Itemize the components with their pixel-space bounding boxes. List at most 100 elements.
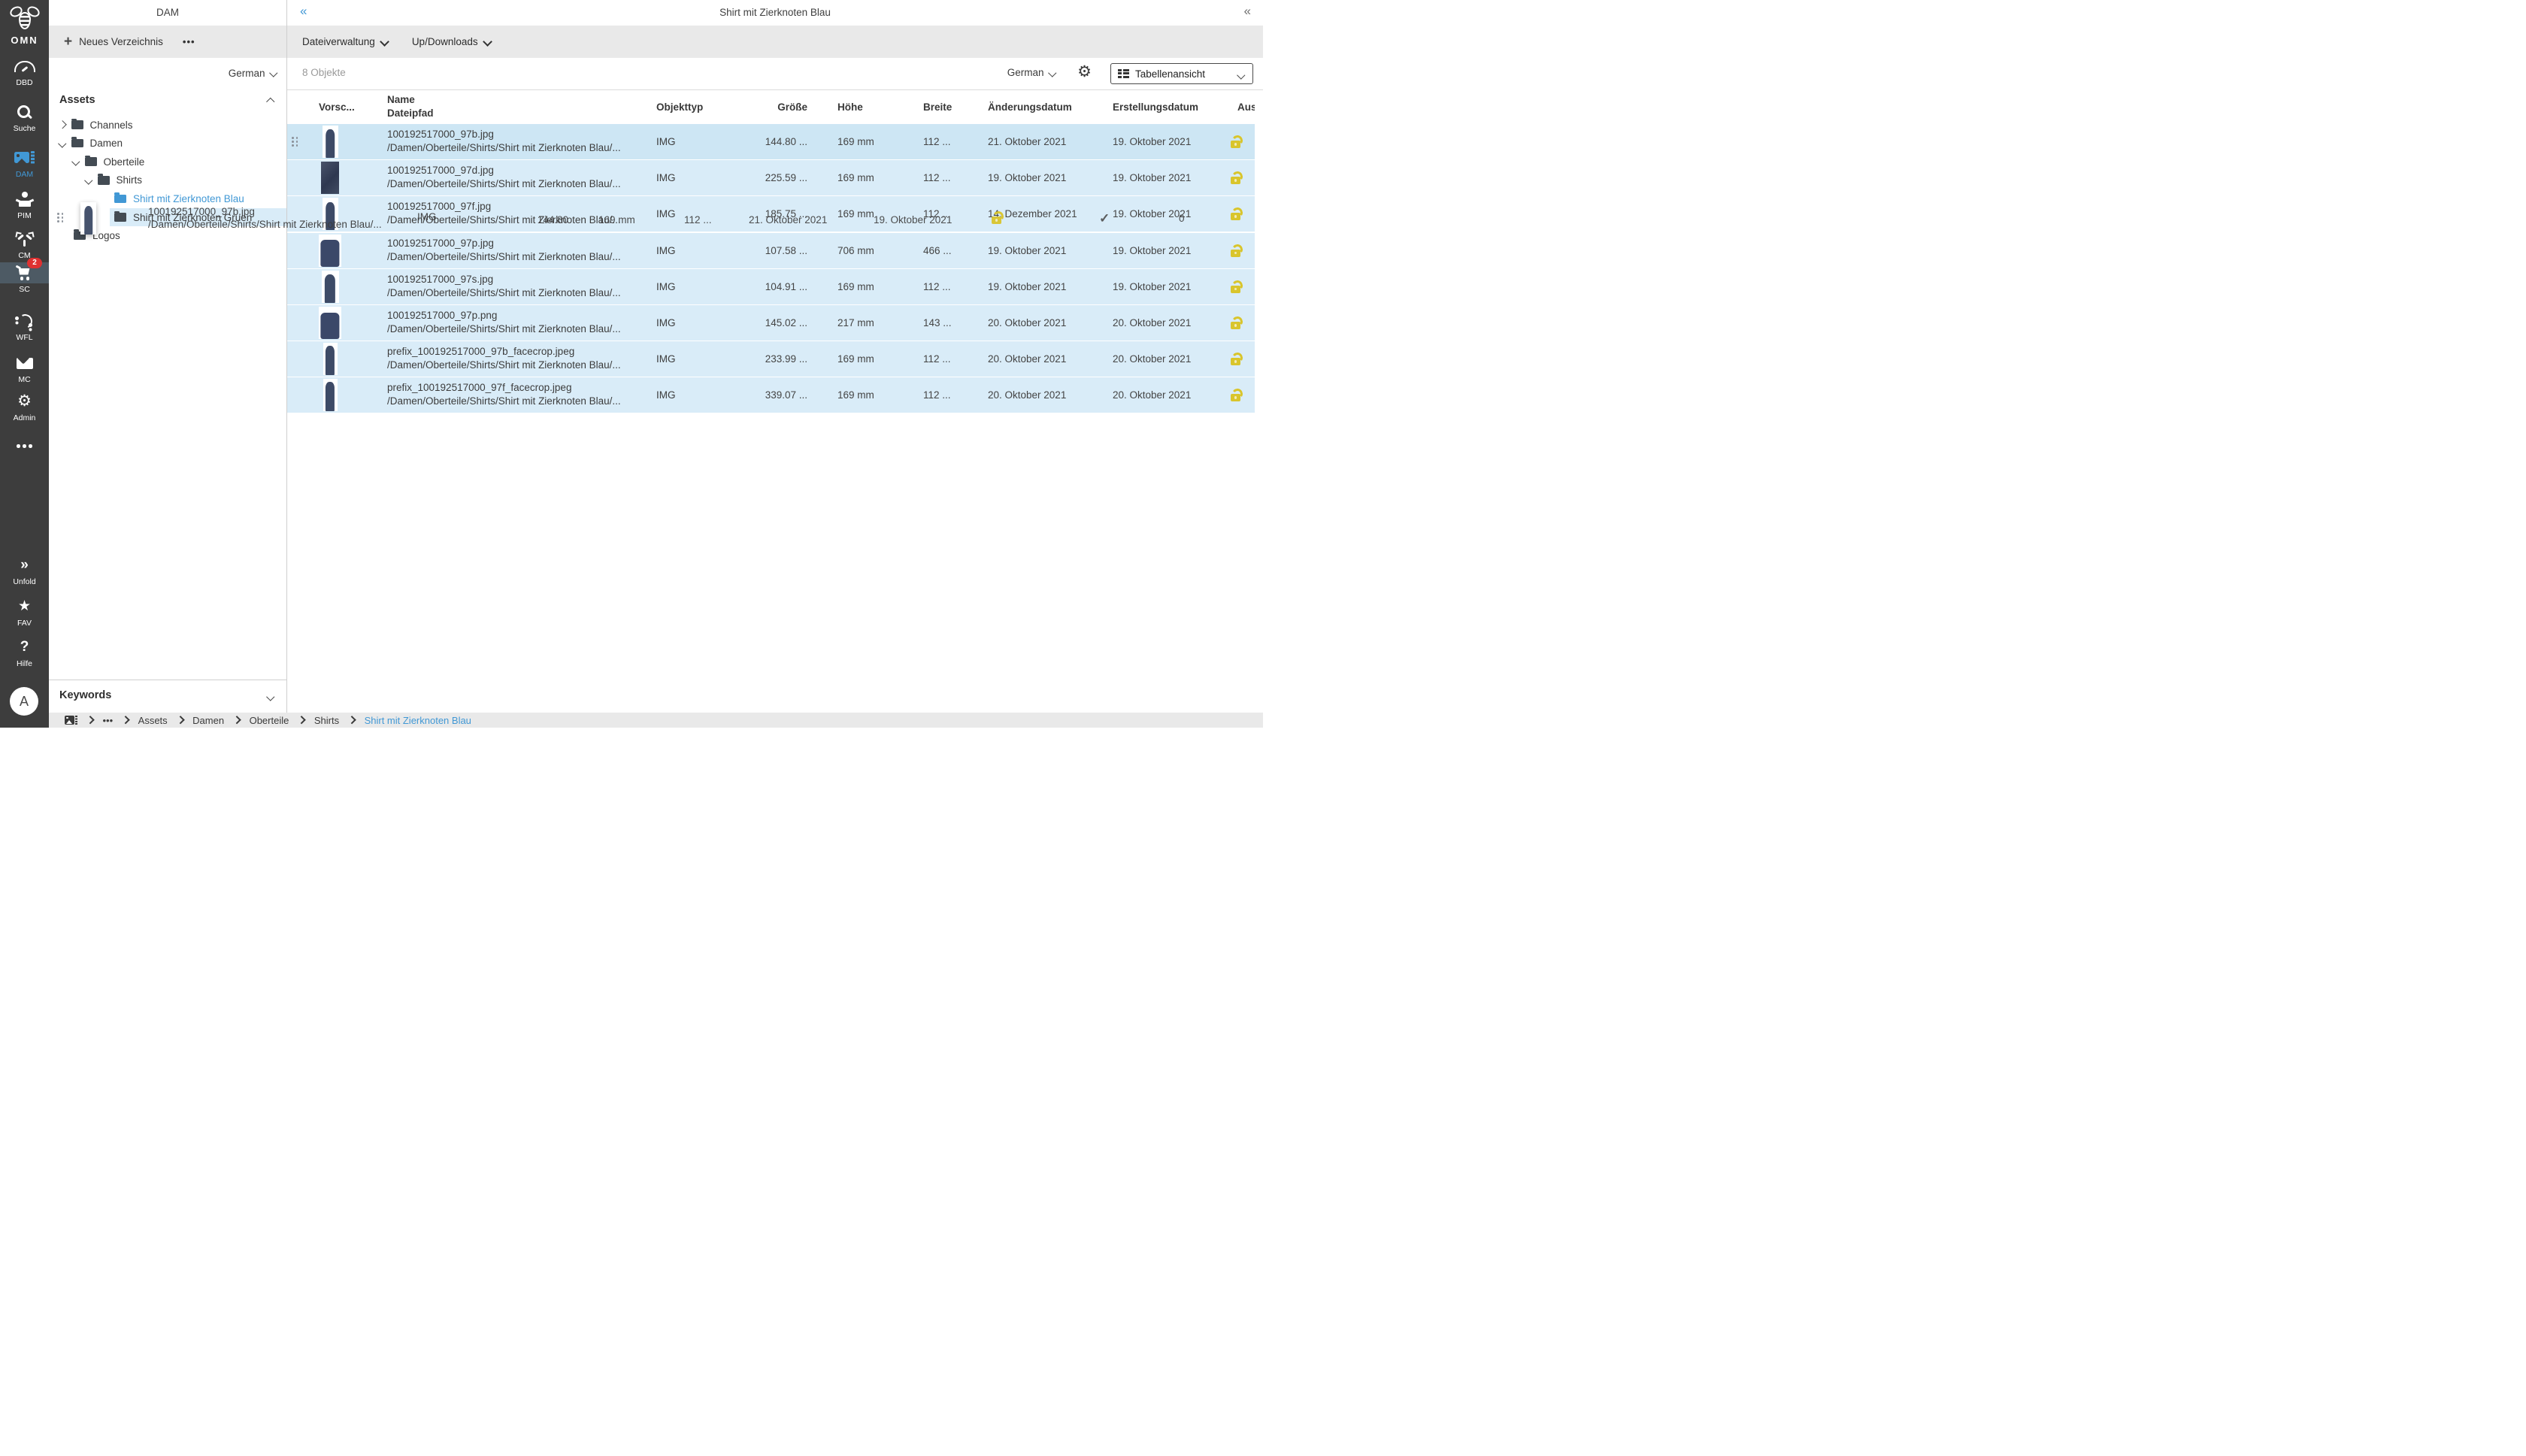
table-row[interactable]: 100192517000_97p.jpg/Damen/Oberteile/Shi… (287, 233, 1255, 268)
unlock-icon[interactable] (1231, 389, 1243, 401)
scrollbar-gutter[interactable] (1255, 90, 1263, 713)
sidebar-item-more[interactable] (0, 436, 49, 457)
column-header-type[interactable]: Objekttyp (656, 90, 703, 124)
tree-item-shirts[interactable]: Shirts (49, 171, 286, 189)
more-options-button[interactable]: ••• (183, 36, 195, 47)
cell-size: 104.91 ... (708, 269, 807, 304)
cell-name: 100192517000_97b.jpg (387, 128, 494, 141)
tree-item-oberteile[interactable]: Oberteile (49, 153, 286, 171)
gear-icon[interactable]: ⚙ (1077, 62, 1092, 81)
tree-item-damen[interactable]: Damen (49, 135, 286, 153)
tree-item-label: Channels (90, 120, 133, 131)
column-header-preview[interactable]: Vorsc... (319, 90, 355, 124)
tree-item-channels[interactable]: Channels (49, 116, 286, 134)
sidebar-item-dbd[interactable]: DBD (0, 56, 49, 87)
view-selector-value: Tabellenansicht (1135, 68, 1205, 80)
omn-logo[interactable]: OMN (0, 6, 49, 46)
avatar[interactable]: A (10, 687, 38, 716)
tree-root[interactable]: Assets (49, 92, 286, 111)
cell-width: 112 ... (923, 341, 980, 377)
sidebar-item-hilfe[interactable]: ?Hilfe (0, 637, 49, 668)
sidebar-item-mc[interactable]: MC (0, 353, 49, 384)
sidebar-item-unfold[interactable]: »Unfold (0, 555, 49, 586)
new-directory-button[interactable]: + Neues Verzeichnis (64, 35, 163, 49)
sidebar-item-sc[interactable]: 2SC (0, 262, 49, 294)
tree-item-logos[interactable]: Logos (49, 227, 286, 245)
column-header-created[interactable]: Erstellungsdatum (1113, 90, 1198, 124)
thumbnail-model-front (323, 198, 338, 230)
column-header-size[interactable]: Größe (708, 90, 807, 124)
menu-up-downloads[interactable]: Up/Downloads (412, 36, 491, 47)
table-row[interactable]: 100192517000_97p.png/Damen/Oberteile/Shi… (287, 305, 1255, 341)
app-sidebar: OMN DBD Suche DAM PIM CM2SC WFL MC ⚙Admin »Unfo… (0, 0, 49, 728)
tree-item-shirt-mit-zierknoten-blau[interactable]: Shirt mit Zierknoten Blau (49, 189, 286, 207)
table-row[interactable]: 100192517000_97d.jpg/Damen/Oberteile/Shi… (287, 160, 1255, 195)
column-header-height[interactable]: Höhe (837, 90, 863, 124)
breadcrumb-item-oberteile[interactable]: Oberteile (250, 715, 289, 726)
collapse-panel-right-button[interactable]: « (1244, 4, 1251, 19)
sidebar-item-admin[interactable]: ⚙Admin (0, 391, 49, 422)
tree-item-shirt-mit-zierknoten-gruen[interactable]: Shirt mit Zierknoten Gruen (49, 208, 286, 226)
breadcrumb-item--[interactable]: ••• (103, 715, 114, 726)
unlock-icon[interactable] (1231, 207, 1243, 220)
unlock-icon[interactable] (1231, 353, 1243, 365)
sidebar-item-suche[interactable]: Suche (0, 101, 49, 133)
chevron-down-icon[interactable] (84, 176, 92, 184)
unlock-icon[interactable] (1231, 171, 1243, 184)
breadcrumb-item-damen[interactable]: Damen (192, 715, 224, 726)
unlock-icon[interactable] (1231, 280, 1243, 293)
column-header-width[interactable]: Breite (923, 90, 952, 124)
menu-label: Dateiverwaltung (302, 36, 375, 47)
chevron-down-icon[interactable] (58, 139, 66, 147)
breadcrumb-item-assets[interactable]: Assets (138, 715, 168, 726)
sidebar-item-fav[interactable]: ★FAV (0, 596, 49, 628)
cell-path: /Damen/Oberteile/Shirts/Shirt mit Zierkn… (387, 141, 621, 154)
cart-badge: 2 (27, 258, 42, 268)
cell-name: 100192517000_97p.jpg (387, 237, 494, 250)
unfold-glyph: » (20, 557, 29, 574)
panel-language-select[interactable]: German (229, 58, 276, 88)
column-header-name-path[interactable]: Name Dateipfad (387, 93, 434, 120)
keywords-section[interactable]: Keywords (49, 680, 286, 713)
chevron-right-icon[interactable] (58, 121, 66, 129)
shirt-figure (326, 129, 335, 158)
column-header-modified[interactable]: Änderungsdatum (988, 90, 1072, 124)
sidebar-item-dam[interactable]: DAM (0, 147, 49, 179)
cell-name: prefix_100192517000_97f_facecrop.jpeg (387, 381, 571, 394)
unlock-icon[interactable] (1231, 316, 1243, 329)
table-row[interactable]: prefix_100192517000_97f_facecrop.jpeg/Da… (287, 377, 1255, 413)
language-select[interactable]: German (1007, 67, 1055, 78)
shirt-figure (326, 382, 335, 412)
cell-created: 19. Oktober 2021 (1113, 233, 1229, 268)
cell-name: prefix_100192517000_97b_facecrop.jpeg (387, 345, 574, 358)
table-row[interactable]: 100192517000_97s.jpg/Damen/Oberteile/Shi… (287, 269, 1255, 304)
menu-dateiverwaltung[interactable]: Dateiverwaltung (302, 36, 388, 47)
new-directory-label: Neues Verzeichnis (79, 36, 163, 47)
cell-width: 112 ... (923, 269, 980, 304)
chevron-right-icon (348, 716, 356, 725)
chevron-down-icon (266, 692, 274, 701)
sidebar-item-cm[interactable]: CM (0, 229, 49, 260)
cart-icon: 2 (0, 262, 49, 283)
sidebar-item-label: DAM (0, 170, 49, 179)
chevron-right-icon (233, 716, 241, 725)
unlock-icon[interactable] (1231, 135, 1243, 148)
unlock-icon[interactable] (1231, 244, 1243, 257)
table-row[interactable]: prefix_100192517000_97b_facecrop.jpeg/Da… (287, 341, 1255, 377)
sidebar-item-wfl[interactable]: WFL (0, 310, 49, 342)
table-row[interactable]: 100192517000_97b.jpg/Damen/Oberteile/Shi… (287, 124, 1255, 159)
dashboard-icon (0, 56, 49, 77)
chevron-right-icon (298, 716, 306, 725)
breadcrumb-item-shirt-mit-zierknoten-blau[interactable]: Shirt mit Zierknoten Blau (365, 715, 471, 726)
breadcrumb-item-shirts[interactable]: Shirts (314, 715, 339, 726)
cell-height: 169 mm (837, 377, 905, 413)
drag-handle[interactable] (292, 137, 298, 147)
cell-lock (1231, 135, 1243, 152)
cell-created: 19. Oktober 2021 (1113, 269, 1229, 304)
cell-created: 20. Oktober 2021 (1113, 377, 1229, 413)
chevron-up-icon (266, 98, 274, 106)
view-selector[interactable]: Tabellenansicht (1110, 63, 1253, 84)
table-row[interactable]: 100192517000_97f.jpg/Damen/Oberteile/Shi… (287, 196, 1255, 232)
sidebar-item-pim[interactable]: PIM (0, 189, 49, 220)
chevron-down-icon[interactable] (71, 158, 80, 166)
